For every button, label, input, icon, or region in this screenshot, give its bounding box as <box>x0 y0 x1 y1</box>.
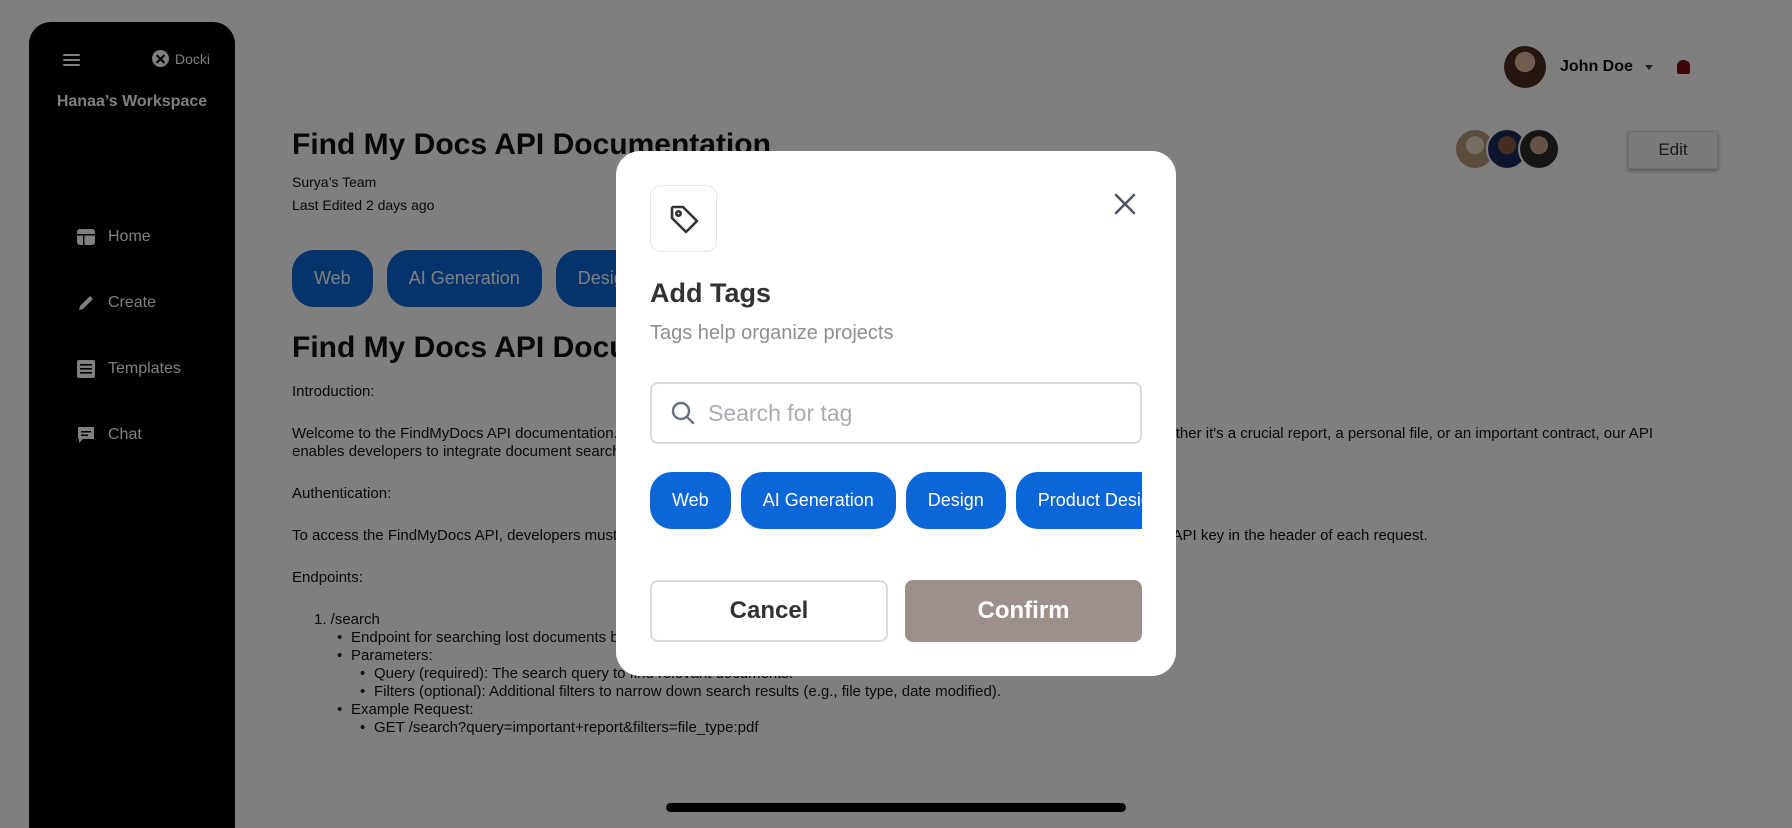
tag-option[interactable]: AI Generation <box>740 472 896 529</box>
tag-options: Web AI Generation Design Product Design <box>650 472 1142 529</box>
tag-search-field[interactable] <box>650 382 1142 444</box>
close-icon[interactable] <box>1110 189 1140 219</box>
tag-option[interactable]: Product Design <box>1015 472 1142 529</box>
tag-icon <box>650 185 717 252</box>
confirm-button[interactable]: Confirm <box>905 580 1142 642</box>
tag-option[interactable]: Web <box>650 472 731 529</box>
add-tags-dialog: Add Tags Tags help organize projects Web… <box>616 151 1176 676</box>
search-icon <box>671 401 695 425</box>
search-input[interactable] <box>708 399 1128 427</box>
dialog-title: Add Tags <box>650 278 771 308</box>
cancel-button[interactable]: Cancel <box>650 580 888 642</box>
dialog-subtitle: Tags help organize projects <box>650 322 894 344</box>
tag-option[interactable]: Design <box>905 472 1006 529</box>
